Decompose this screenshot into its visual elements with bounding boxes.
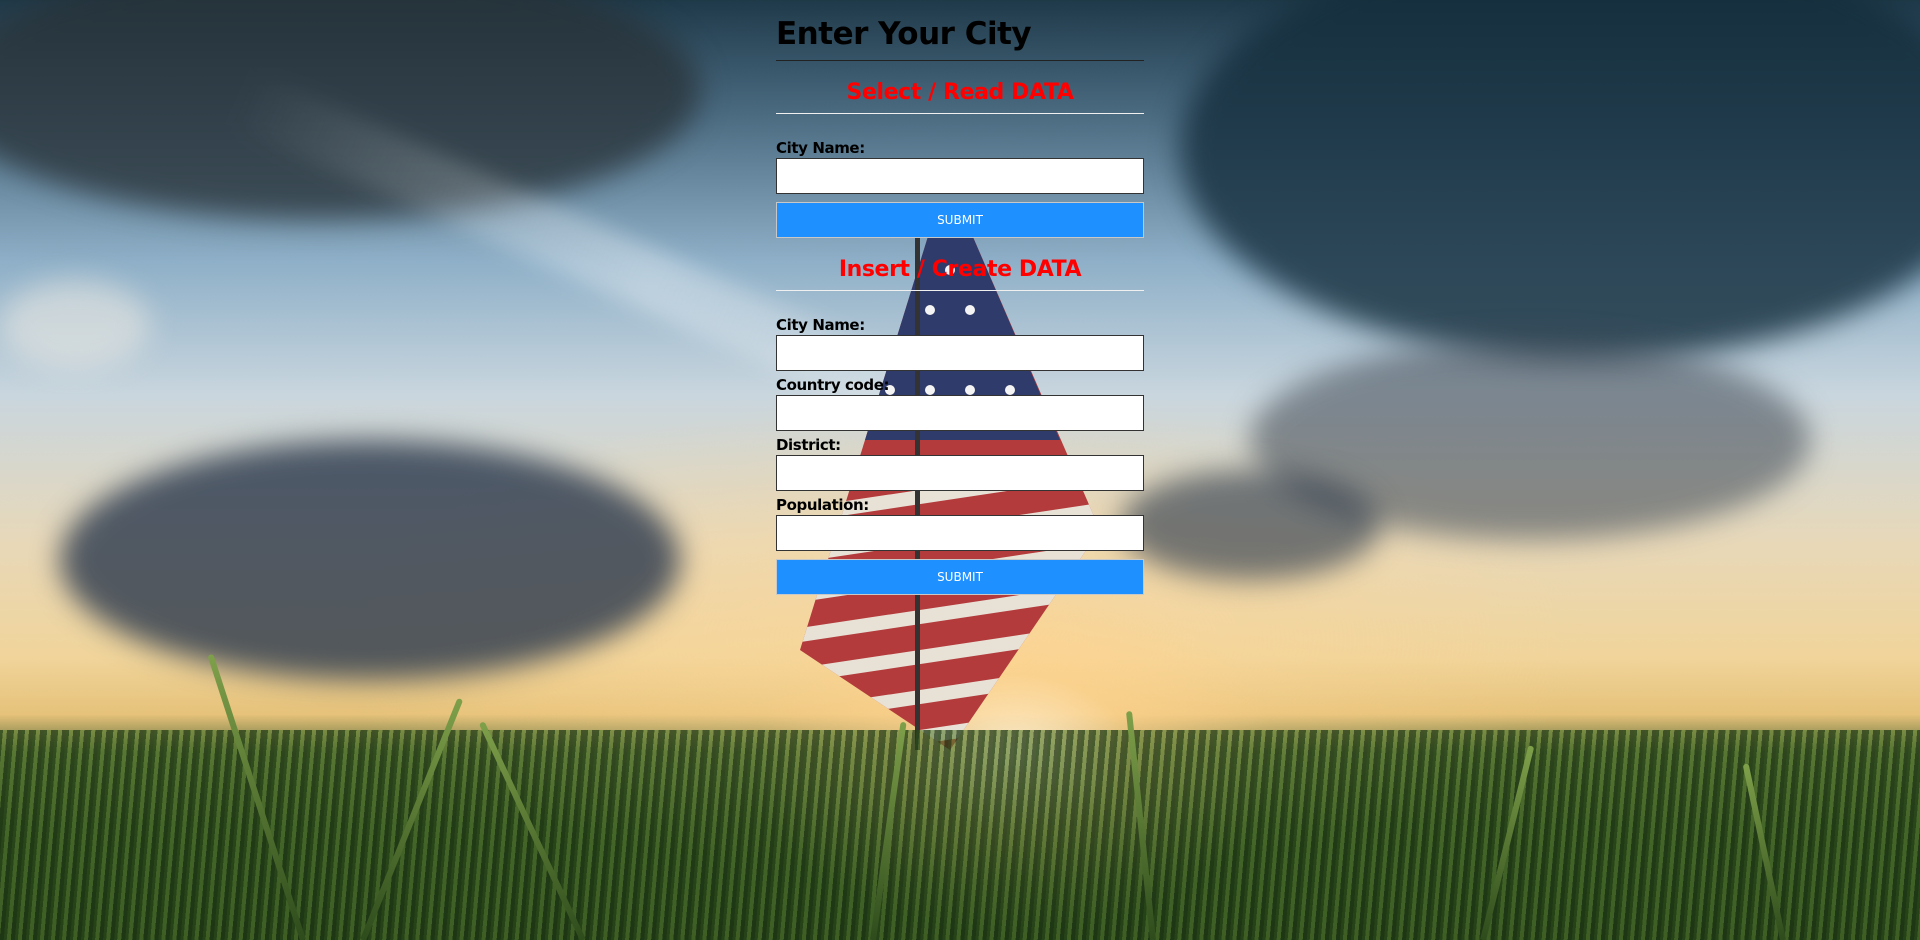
- read-section-heading: Select / Read DATA: [776, 77, 1144, 114]
- population-label: Population:: [776, 496, 869, 514]
- district-label: District:: [776, 436, 841, 454]
- page-title: Enter Your City: [776, 12, 1144, 61]
- district-input[interactable]: [776, 455, 1144, 491]
- country-code-label: Country code:: [776, 376, 890, 394]
- insert-city-name-label: City Name:: [776, 316, 865, 334]
- country-code-input[interactable]: [776, 395, 1144, 431]
- insert-submit-button[interactable]: Submit: [776, 559, 1144, 595]
- insert-city-form: Insert / Create DATA City Name: Country …: [776, 254, 1144, 595]
- insert-section-heading: Insert / Create DATA: [776, 254, 1144, 291]
- city-form-panel: Enter Your City Select / Read DATA City …: [776, 12, 1144, 595]
- insert-city-name-input[interactable]: [776, 335, 1144, 371]
- read-submit-button[interactable]: Submit: [776, 202, 1144, 238]
- population-input[interactable]: [776, 515, 1144, 551]
- read-city-name-label: City Name:: [776, 139, 865, 157]
- read-city-name-input[interactable]: [776, 158, 1144, 194]
- read-city-form: Select / Read DATA City Name: Submit: [776, 77, 1144, 238]
